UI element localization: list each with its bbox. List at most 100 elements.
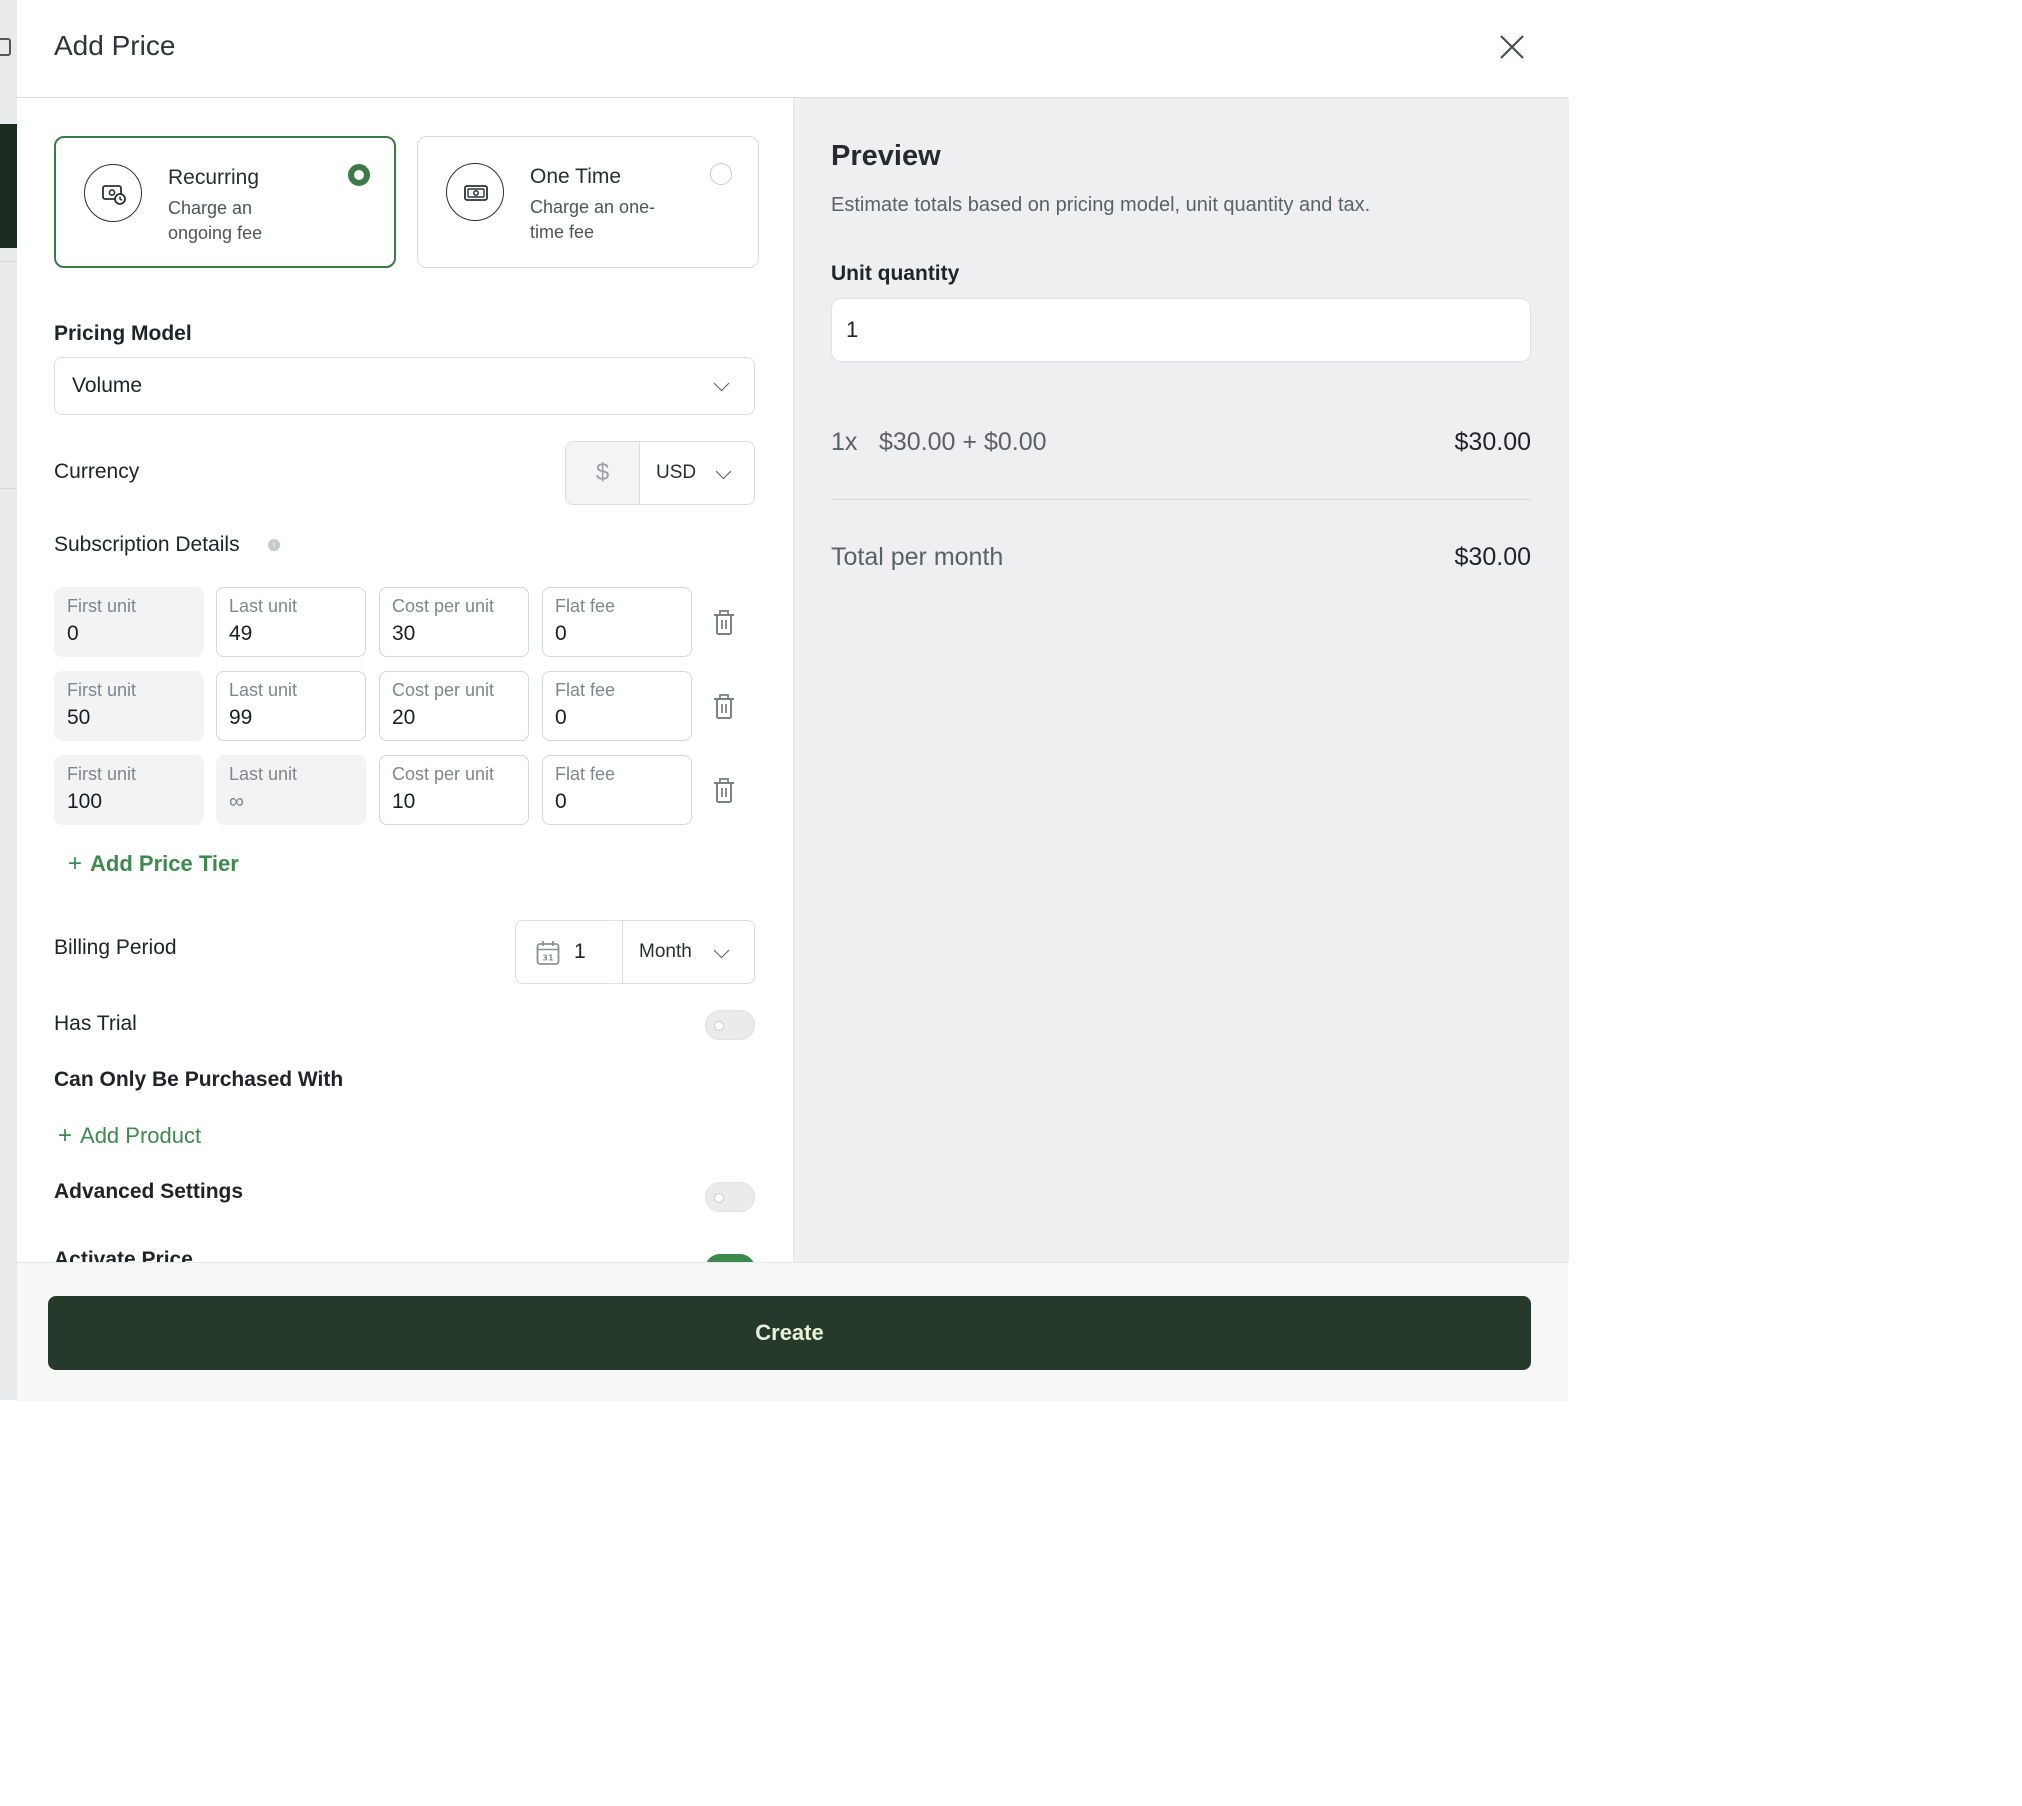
tier-value: 99	[229, 706, 253, 729]
tier-cost-per-unit-input[interactable]: Cost per unit 20	[379, 671, 529, 741]
backdrop-dark-block	[0, 124, 17, 248]
tier-caption: Last unit	[229, 596, 298, 616]
tier-cost-per-unit-input[interactable]: Cost per unit 30	[379, 587, 529, 657]
tier-first-unit: First unit 50	[54, 671, 204, 741]
tier-last-unit-input[interactable]: Last unit 99	[216, 671, 366, 741]
preview-panel: Preview Estimate totals based on pricing…	[793, 98, 1569, 1262]
tier-caption: First unit	[67, 764, 137, 784]
trash-icon[interactable]	[713, 694, 735, 720]
tier-last-unit-input[interactable]: Last unit 49	[216, 587, 366, 657]
currency-code: USD	[656, 462, 697, 483]
add-price-tier-label: Add Price Tier	[90, 851, 239, 876]
currency-symbol: $	[566, 442, 640, 504]
pricing-model-value: Volume	[72, 374, 143, 397]
tier-caption: First unit	[67, 680, 137, 700]
tier-value: 0	[555, 790, 567, 813]
tier-value: 49	[229, 622, 253, 645]
tier-caption: Cost per unit	[392, 596, 495, 616]
subscription-details-label: Subscription Details	[54, 533, 240, 556]
one-time-icon-circle	[446, 163, 504, 221]
price-type-title: One Time	[530, 165, 622, 188]
plus-icon: +	[68, 850, 83, 877]
toggle-knob	[714, 1021, 724, 1031]
tier-flat-fee-input[interactable]: Flat fee 0	[542, 755, 692, 825]
tier-caption: Last unit	[229, 764, 298, 784]
tier-caption: Cost per unit	[392, 680, 495, 700]
modal-header: Add Price	[17, 0, 1568, 98]
price-type-recurring[interactable]: Recurring Charge an ongoing fee	[54, 136, 396, 268]
has-trial-toggle[interactable]	[705, 1010, 755, 1040]
svg-text:31: 31	[542, 954, 554, 963]
advanced-settings-toggle[interactable]	[705, 1182, 755, 1212]
purchase-with-label: Can Only Be Purchased With	[54, 1068, 344, 1091]
activate-price-label: Activate Price	[54, 1248, 193, 1262]
line-quantity: 1x	[831, 428, 858, 456]
tier-caption: Last unit	[229, 680, 298, 700]
preview-subtitle: Estimate totals based on pricing model, …	[831, 194, 1371, 216]
tier-last-unit: Last unit ∞	[216, 755, 366, 825]
tier-value: 0	[555, 622, 567, 645]
chevron-down-icon	[713, 942, 730, 959]
total-amount: $30.00	[1454, 543, 1531, 571]
page-backdrop	[0, 0, 17, 1400]
tier-first-unit: First unit 100	[54, 755, 204, 825]
info-icon[interactable]: i	[268, 539, 280, 551]
activate-price-toggle[interactable]	[705, 1254, 755, 1262]
tier-cost-per-unit-input[interactable]: Cost per unit 10	[379, 755, 529, 825]
modal-footer: Create	[17, 1262, 1568, 1401]
backdrop-icon	[0, 38, 11, 56]
total-label: Total per month	[831, 543, 1004, 571]
currency-select[interactable]: $ USD	[565, 441, 755, 505]
has-trial-label: Has Trial	[54, 1012, 137, 1035]
chevron-down-icon	[713, 375, 730, 392]
line-amount: $30.00	[1454, 428, 1531, 456]
close-button[interactable]	[1495, 30, 1529, 64]
tier-first-unit: First unit 0	[54, 587, 204, 657]
recurring-icon-circle	[84, 164, 142, 222]
one-time-radio[interactable]	[710, 163, 732, 185]
tier-flat-fee-input[interactable]: Flat fee 0	[542, 671, 692, 741]
tier-value: 20	[392, 706, 416, 729]
tier-caption: Flat fee	[555, 680, 616, 700]
tier-value: 0	[67, 622, 79, 645]
pricing-model-select[interactable]: Volume	[54, 357, 755, 415]
create-button[interactable]: Create	[48, 1296, 1531, 1370]
price-type-description: Charge an one-time fee	[530, 197, 656, 242]
tier-value: ∞	[229, 790, 244, 813]
close-icon	[1500, 35, 1524, 59]
pricing-model-label: Pricing Model	[54, 322, 192, 345]
tier-value: 30	[392, 622, 416, 645]
trash-icon[interactable]	[713, 778, 735, 804]
recurring-money-icon	[102, 185, 126, 205]
unit-quantity-label: Unit quantity	[831, 262, 960, 285]
modal-title: Add Price	[54, 30, 176, 61]
tier-caption: First unit	[67, 596, 137, 616]
preview-title: Preview	[831, 140, 941, 172]
billing-period-count-input[interactable]: 1	[574, 940, 586, 964]
tier-caption: Flat fee	[555, 764, 616, 784]
tier-value: 50	[67, 706, 91, 729]
tier-flat-fee-input[interactable]: Flat fee 0	[542, 587, 692, 657]
billing-period-divider	[622, 921, 623, 983]
line-calculation: $30.00 + $0.00	[879, 428, 1047, 456]
tier-caption: Flat fee	[555, 596, 616, 616]
tier-value: 0	[555, 706, 567, 729]
banknote-icon	[464, 185, 488, 201]
add-price-tier-button[interactable]: + Add Price Tier	[68, 850, 239, 878]
price-type-one-time[interactable]: One Time Charge an one-time fee	[417, 136, 759, 268]
advanced-settings-label: Advanced Settings	[54, 1180, 244, 1203]
currency-label: Currency	[54, 460, 140, 483]
add-price-modal: Add Price Recurring Charge an ongoing fe…	[17, 0, 1569, 1401]
unit-quantity-input[interactable]: 1	[831, 298, 1531, 362]
billing-period-label: Billing Period	[54, 936, 177, 959]
preview-divider	[831, 499, 1531, 500]
price-type-title: Recurring	[168, 166, 260, 189]
backdrop-divider	[0, 488, 17, 489]
backdrop-divider	[0, 261, 17, 262]
tier-caption: Cost per unit	[392, 764, 495, 784]
billing-period-unit-select[interactable]: Month	[639, 941, 692, 963]
add-product-button[interactable]: + Add Product	[58, 1122, 201, 1150]
price-form: Recurring Charge an ongoing fee One Time…	[17, 98, 793, 1262]
recurring-radio[interactable]	[348, 164, 370, 186]
trash-icon[interactable]	[713, 610, 735, 636]
